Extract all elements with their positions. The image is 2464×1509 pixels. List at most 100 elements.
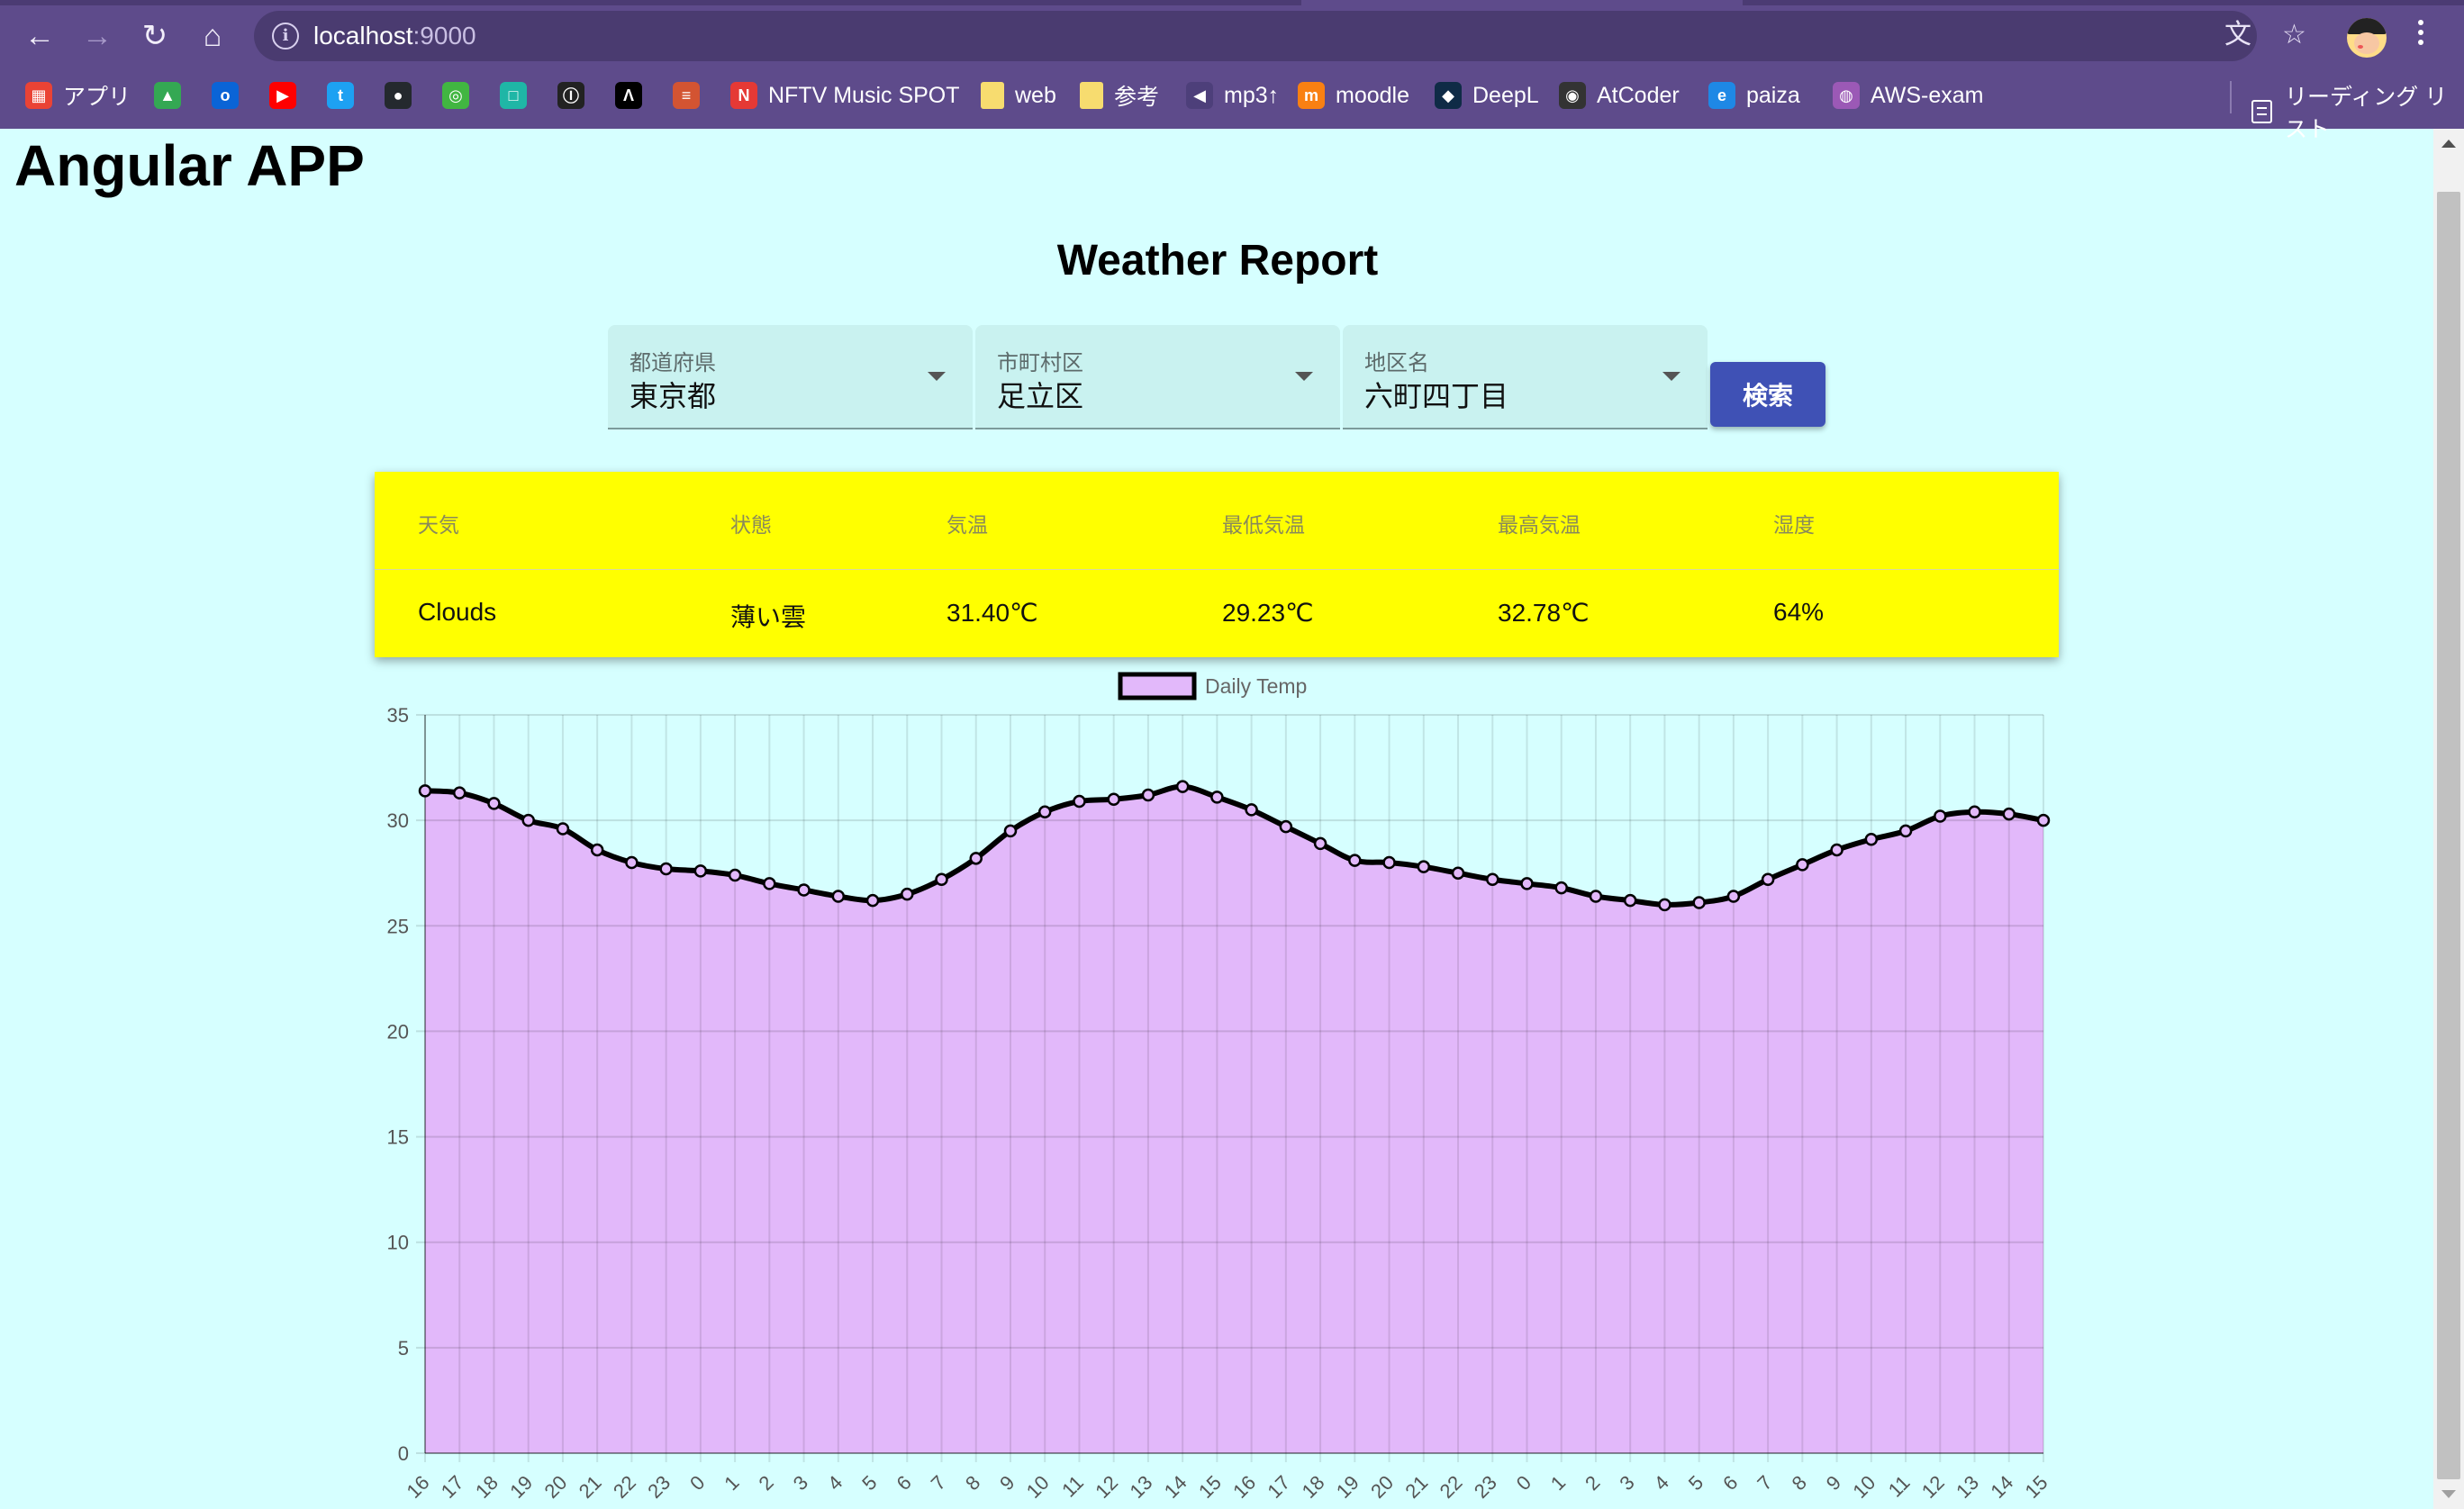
page-heading: Weather Report [1056, 237, 1379, 285]
district-label: 地区名 [1364, 351, 1429, 375]
page-scrollbar[interactable] [2433, 129, 2464, 1509]
bookmark-item[interactable]: t [327, 77, 365, 113]
bookmark-item[interactable]: Ⓘ [557, 77, 595, 113]
value-condition: 薄い雲 [730, 603, 807, 631]
site-info-icon[interactable]: i [272, 23, 299, 50]
data-point [1830, 843, 1843, 857]
github-icon: ● [385, 82, 412, 109]
url-text: localhost:9000 [313, 22, 476, 50]
data-point [1692, 896, 1706, 909]
scroll-up-icon[interactable] [2441, 140, 2456, 148]
y-tick-label: 30 [387, 809, 409, 832]
bookmark-item[interactable]: m moodle [1298, 77, 1409, 113]
x-tick-label: 23 [643, 1471, 675, 1503]
data-point [659, 862, 673, 876]
globe-icon: ◍ [1833, 82, 1860, 109]
bookmark-item[interactable]: e paiza [1708, 77, 1800, 113]
data-point [625, 855, 639, 870]
bookmark-item[interactable]: ◎ [442, 77, 480, 113]
bookmark-item[interactable]: ◀ mp3↑ [1186, 77, 1279, 113]
header-humidity: 湿度 [1773, 513, 1815, 537]
plot-area [425, 715, 2043, 1453]
district-select[interactable]: 地区名 六町四丁目 [1343, 325, 1708, 429]
data-point [1279, 819, 1293, 834]
forward-arrow-icon[interactable]: → [77, 16, 117, 56]
y-tick-label: 10 [387, 1232, 409, 1254]
y-tick-label: 35 [387, 704, 409, 727]
reading-list-icon [2251, 100, 2273, 123]
bookmark-item[interactable]: ◍ AWS-exam [1833, 77, 1983, 113]
reading-list-button[interactable]: リーディング リスト [2251, 79, 2464, 144]
data-point [556, 822, 570, 836]
bookmark-item[interactable]: ▲ [154, 77, 192, 113]
city-select[interactable]: 市町村区 足立区 [975, 325, 1340, 429]
data-point [797, 883, 811, 897]
bookmark-star-icon[interactable]: ☆ [2282, 22, 2306, 49]
table-divider [375, 569, 2059, 570]
bookmark-item[interactable]: ≡ [673, 77, 711, 113]
atcoder-a-icon: Λ [615, 82, 642, 109]
data-point [1726, 890, 1741, 903]
bookmark-item[interactable]: ▦ アプリ [25, 77, 131, 113]
bookmark-label: NFTV Music SPOT [768, 82, 960, 108]
x-tick-label: 5 [857, 1471, 881, 1495]
prefecture-select[interactable]: 都道府県 東京都 [608, 325, 973, 429]
x-tick-label: 19 [505, 1471, 537, 1503]
bookmark-label: web [1015, 82, 1056, 108]
dropdown-arrow-icon[interactable] [928, 372, 946, 381]
translate-icon[interactable]: 文 [2224, 22, 2251, 49]
scrollbar-thumb[interactable] [2437, 192, 2460, 1479]
data-point [831, 890, 846, 903]
city-value: 足立区 [997, 380, 1084, 412]
series-line [424, 783, 2044, 908]
bookmark-item[interactable]: ◆ DeepL [1435, 77, 1539, 113]
temperature-chart-container: 0 5 10 15 20 25 30 35 16 17 18 19 20 21 22 23 0 1 2 3 4 5 6 7 8 9… [0, 0, 2464, 1509]
x-tick-label: 10 [1848, 1471, 1880, 1503]
back-arrow-icon[interactable]: ← [20, 16, 59, 56]
bookmarks-divider [2230, 81, 2232, 113]
bookmark-item[interactable]: o [212, 77, 249, 113]
x-tick-label: 10 [1022, 1471, 1054, 1503]
y-tick-label: 5 [398, 1337, 409, 1360]
value-max-temperature: 32.78℃ [1498, 599, 1590, 627]
search-button[interactable]: 検索 [1710, 362, 1825, 427]
browser-menu-icon[interactable] [2414, 20, 2428, 50]
x-tick-label: 14 [1160, 1471, 1191, 1503]
dropdown-arrow-icon[interactable] [1662, 372, 1680, 381]
data-point [2036, 813, 2051, 827]
folder-icon [1080, 82, 1103, 109]
data-point [1175, 780, 1190, 793]
data-point [2002, 807, 2016, 821]
data-point [865, 893, 880, 908]
x-tick-label: 11 [1884, 1471, 1915, 1502]
home-icon[interactable]: ⌂ [193, 16, 232, 56]
bookmark-item[interactable]: ▶ [269, 77, 307, 113]
data-point [1073, 794, 1086, 809]
data-point [1864, 832, 1879, 846]
data-point [693, 864, 708, 878]
bookmark-item[interactable]: N NFTV Music SPOT [730, 77, 960, 113]
bookmark-item[interactable]: □ [500, 77, 538, 113]
x-tick-label: 22 [609, 1471, 640, 1503]
header-min-temperature: 最低気温 [1222, 513, 1305, 537]
x-tick-label: 15 [1194, 1471, 1226, 1503]
bookmark-item[interactable]: ◉ AtCoder [1559, 77, 1680, 113]
prefecture-value: 東京都 [630, 380, 717, 412]
value-weather: Clouds [418, 598, 497, 626]
scroll-down-icon[interactable] [2441, 1490, 2456, 1498]
dropdown-arrow-icon[interactable] [1295, 372, 1313, 381]
legend-label: Daily Temp [1205, 674, 1307, 698]
profile-avatar[interactable] [2347, 18, 2387, 58]
x-tick-label: 20 [539, 1471, 571, 1503]
data-point [1486, 872, 1499, 886]
bookmark-item[interactable]: web [981, 77, 1056, 113]
reload-icon[interactable]: ↻ [135, 16, 175, 56]
data-point [1417, 860, 1431, 873]
mp3-icon: ◀ [1186, 82, 1213, 109]
address-bar[interactable]: i localhost:9000 文 ☆ [254, 11, 2306, 61]
x-tick-label: 2 [1581, 1471, 1604, 1495]
bookmark-item[interactable]: 参考 [1080, 77, 1159, 113]
bookmark-item[interactable]: ● [385, 77, 422, 113]
bookmark-item[interactable]: Λ [615, 77, 653, 113]
data-point [1761, 872, 1775, 886]
